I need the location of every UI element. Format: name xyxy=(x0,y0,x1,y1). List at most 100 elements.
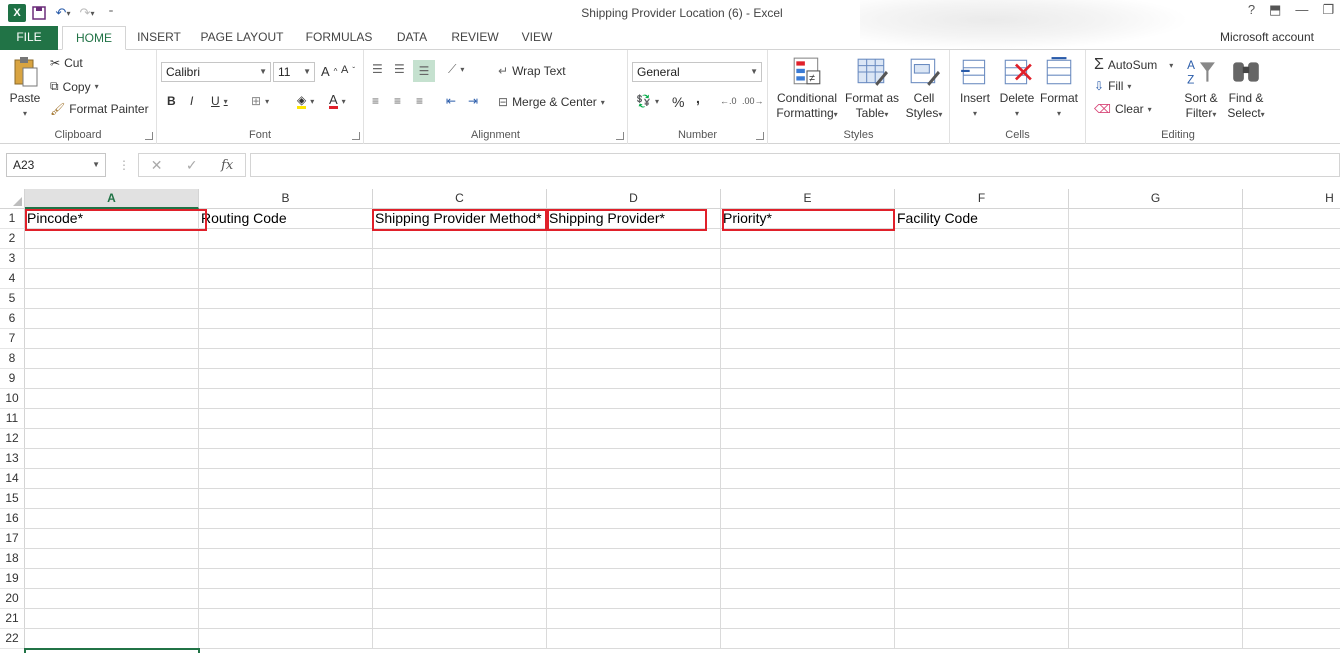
select-all-button[interactable] xyxy=(0,189,25,209)
cell-e11[interactable] xyxy=(721,409,895,429)
cell-d13[interactable] xyxy=(547,449,721,469)
cell-g14[interactable] xyxy=(1069,469,1243,489)
cell-h9[interactable] xyxy=(1243,369,1340,389)
row-header-14[interactable]: 14 xyxy=(0,469,25,489)
column-header-a[interactable]: A xyxy=(25,189,199,209)
row-header-17[interactable]: 17 xyxy=(0,529,25,549)
cell-g2[interactable] xyxy=(1069,229,1243,249)
cell-f9[interactable] xyxy=(895,369,1069,389)
cell-f5[interactable] xyxy=(895,289,1069,309)
row-header-18[interactable]: 18 xyxy=(0,549,25,569)
cell-a19[interactable] xyxy=(25,569,199,589)
cell-f11[interactable] xyxy=(895,409,1069,429)
cell-h13[interactable] xyxy=(1243,449,1340,469)
number-launcher-icon[interactable] xyxy=(756,132,764,140)
row-header-1[interactable]: 1 xyxy=(0,209,25,229)
cell-b9[interactable] xyxy=(199,369,373,389)
cell-f8[interactable] xyxy=(895,349,1069,369)
cell-e17[interactable] xyxy=(721,529,895,549)
cell-h16[interactable] xyxy=(1243,509,1340,529)
row-header-2[interactable]: 2 xyxy=(0,229,25,249)
row-header-4[interactable]: 4 xyxy=(0,269,25,289)
cell-a18[interactable] xyxy=(25,549,199,569)
cell-d21[interactable] xyxy=(547,609,721,629)
underline-button[interactable]: U ▾ xyxy=(211,94,228,108)
fill-button[interactable]: ⇩ Fill ▾ xyxy=(1094,79,1131,93)
row-header-15[interactable]: 15 xyxy=(0,489,25,509)
format-cells-button[interactable]: Format ▾ xyxy=(1038,56,1080,121)
cell-d19[interactable] xyxy=(547,569,721,589)
cell-d16[interactable] xyxy=(547,509,721,529)
cell-c6[interactable] xyxy=(373,309,547,329)
row-header-16[interactable]: 16 xyxy=(0,509,25,529)
cell-a22[interactable] xyxy=(25,629,199,649)
cell-e16[interactable] xyxy=(721,509,895,529)
ribbon-display-icon[interactable]: ⬒ xyxy=(1269,2,1281,18)
cell-g15[interactable] xyxy=(1069,489,1243,509)
cell-e19[interactable] xyxy=(721,569,895,589)
row-header-19[interactable]: 19 xyxy=(0,569,25,589)
cell-d17[interactable] xyxy=(547,529,721,549)
cell-e22[interactable] xyxy=(721,629,895,649)
cell-h6[interactable] xyxy=(1243,309,1340,329)
cell-c4[interactable] xyxy=(373,269,547,289)
cell-b21[interactable] xyxy=(199,609,373,629)
wrap-text-button[interactable]: ↵ Wrap Text xyxy=(498,64,566,78)
cell-c15[interactable] xyxy=(373,489,547,509)
cell-b19[interactable] xyxy=(199,569,373,589)
tab-data[interactable]: DATA xyxy=(390,26,434,50)
sort-filter-button[interactable]: AZ Sort & Filter▾ xyxy=(1180,56,1222,122)
cell-g9[interactable] xyxy=(1069,369,1243,389)
formula-bar-grip[interactable]: ⋮ xyxy=(118,158,130,172)
cell-a7[interactable] xyxy=(25,329,199,349)
cell-d1[interactable]: Shipping Provider* xyxy=(547,209,721,229)
cell-e4[interactable] xyxy=(721,269,895,289)
cell-g16[interactable] xyxy=(1069,509,1243,529)
cell-g3[interactable] xyxy=(1069,249,1243,269)
align-middle-icon[interactable]: ☰ xyxy=(394,62,405,76)
cell-h1[interactable] xyxy=(1243,209,1340,229)
cell-d14[interactable] xyxy=(547,469,721,489)
fill-color-button[interactable]: ◈ ▾ xyxy=(297,94,314,109)
insert-function-button[interactable]: fx xyxy=(221,158,233,173)
cell-b4[interactable] xyxy=(199,269,373,289)
cell-styles-button[interactable]: Cell Styles▾ xyxy=(902,56,946,122)
cell-d6[interactable] xyxy=(547,309,721,329)
cell-a16[interactable] xyxy=(25,509,199,529)
decrease-decimal-icon[interactable]: .00→ xyxy=(742,96,764,106)
font-size-select[interactable]: 11 ▼ xyxy=(273,62,315,82)
cell-c2[interactable] xyxy=(373,229,547,249)
tab-review[interactable]: REVIEW xyxy=(447,26,503,50)
cell-g19[interactable] xyxy=(1069,569,1243,589)
clipboard-launcher-icon[interactable] xyxy=(145,132,153,140)
column-header-h[interactable]: H xyxy=(1243,189,1340,209)
cell-b10[interactable] xyxy=(199,389,373,409)
column-header-d[interactable]: D xyxy=(547,189,721,209)
cell-c17[interactable] xyxy=(373,529,547,549)
cell-e14[interactable] xyxy=(721,469,895,489)
cell-h17[interactable] xyxy=(1243,529,1340,549)
font-launcher-icon[interactable] xyxy=(352,132,360,140)
font-color-button[interactable]: A ▾ xyxy=(329,93,346,109)
cell-b11[interactable] xyxy=(199,409,373,429)
cell-a11[interactable] xyxy=(25,409,199,429)
cell-c21[interactable] xyxy=(373,609,547,629)
cell-a3[interactable] xyxy=(25,249,199,269)
cell-h3[interactable] xyxy=(1243,249,1340,269)
tab-home[interactable]: HOME xyxy=(62,26,126,50)
cell-d9[interactable] xyxy=(547,369,721,389)
cell-d12[interactable] xyxy=(547,429,721,449)
column-header-e[interactable]: E xyxy=(721,189,895,209)
decrease-indent-icon[interactable]: ⇤ xyxy=(446,94,456,108)
cell-b1[interactable]: Routing Code xyxy=(199,209,373,229)
cell-d5[interactable] xyxy=(547,289,721,309)
cell-c11[interactable] xyxy=(373,409,547,429)
cell-f13[interactable] xyxy=(895,449,1069,469)
cell-a1[interactable]: Pincode* xyxy=(25,209,199,229)
row-header-6[interactable]: 6 xyxy=(0,309,25,329)
cell-a4[interactable] xyxy=(25,269,199,289)
accounting-format-button[interactable]: 💱 ▾ xyxy=(636,94,659,108)
cell-b2[interactable] xyxy=(199,229,373,249)
autosum-button[interactable]: Σ AutoSum ▾ xyxy=(1094,56,1173,74)
cell-f19[interactable] xyxy=(895,569,1069,589)
